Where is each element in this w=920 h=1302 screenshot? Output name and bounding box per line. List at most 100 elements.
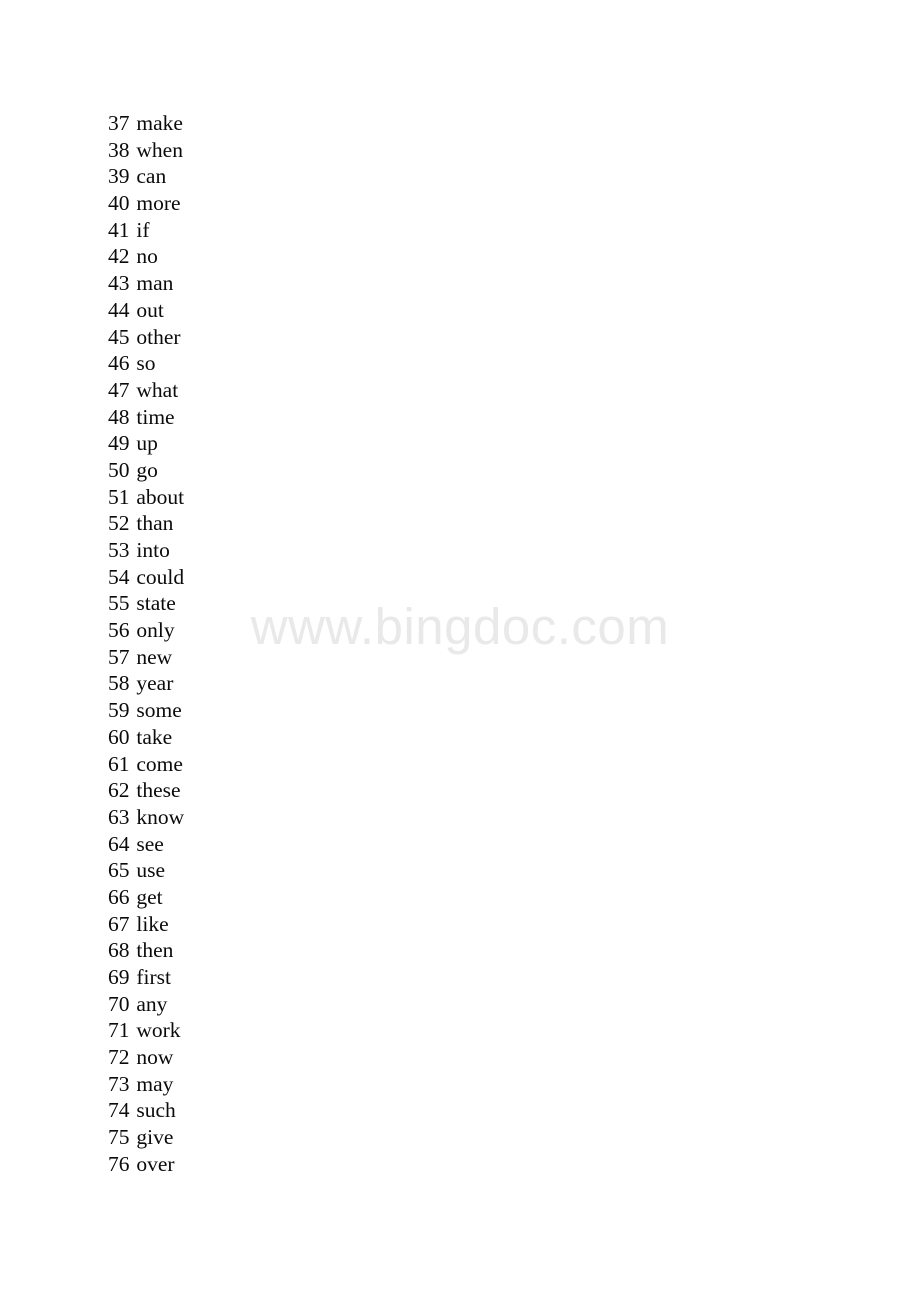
list-item-word: now	[136, 1045, 174, 1070]
list-item: 45 other	[108, 324, 808, 351]
list-item: 51 about	[108, 484, 808, 511]
list-item-word: new	[136, 644, 173, 669]
list-item: 63 know	[108, 804, 808, 831]
list-item-number: 49	[108, 431, 130, 456]
list-item-word: like	[136, 911, 169, 936]
list-item-number: 43	[108, 271, 130, 296]
list-item-number: 50	[108, 457, 130, 482]
list-item: 65 use	[108, 857, 808, 884]
list-item-word: know	[136, 804, 185, 829]
list-item-number: 51	[108, 484, 130, 509]
list-item-number: 75	[108, 1125, 130, 1150]
list-item-number: 62	[108, 778, 130, 803]
list-item-word: work	[136, 1018, 181, 1043]
list-item-number: 74	[108, 1098, 130, 1123]
list-item-number: 40	[108, 191, 130, 216]
list-item-word: up	[136, 431, 158, 456]
list-item: 44 out	[108, 297, 808, 324]
list-item-word: more	[136, 191, 181, 216]
list-item-word: get	[136, 884, 163, 909]
list-item-word: other	[136, 324, 181, 349]
list-item: 43 man	[108, 270, 808, 297]
list-item-number: 69	[108, 965, 130, 989]
list-item-number: 46	[108, 351, 130, 376]
list-item: 62 these	[108, 777, 808, 804]
list-item: 70 any	[108, 991, 808, 1018]
numbered-word-list: 37 make 38 when 39 can 40 more 41 if 42 no 43 man 44 ou…	[108, 110, 808, 1178]
list-item-number: 63	[108, 804, 130, 829]
list-item: 54 could	[108, 564, 808, 591]
list-item-number: 47	[108, 377, 130, 402]
list-item: 37 make	[108, 110, 808, 137]
list-item: 76 over	[108, 1151, 808, 1178]
list-item: 42 no	[108, 243, 808, 270]
list-item-word: when	[136, 137, 183, 162]
list-item-number: 48	[108, 404, 130, 429]
list-item-number: 55	[108, 591, 130, 616]
list-item-word: may	[136, 1071, 174, 1096]
list-item-word: see	[136, 831, 164, 856]
list-item-number: 52	[108, 511, 130, 536]
list-item-number: 66	[108, 884, 130, 909]
list-item-number: 73	[108, 1071, 130, 1096]
list-item-number: 54	[108, 564, 130, 589]
list-item-word: could	[136, 564, 185, 589]
list-item: 68 then	[108, 937, 808, 964]
list-item: 58 year	[108, 670, 808, 697]
list-item-word: then	[136, 938, 174, 963]
list-item-word: than	[136, 511, 174, 536]
list-item-number: 70	[108, 991, 130, 1016]
list-item-word: out	[136, 297, 164, 322]
list-item: 64 see	[108, 831, 808, 858]
list-item-word: into	[136, 538, 170, 562]
list-item-word: use	[136, 858, 166, 883]
list-item-number: 68	[108, 938, 130, 963]
list-item-word: these	[136, 778, 181, 803]
list-item-word: any	[136, 991, 168, 1016]
list-item-word: give	[136, 1125, 174, 1150]
list-item: 50 go	[108, 457, 808, 484]
list-item: 38 when	[108, 137, 808, 164]
list-item-word: make	[136, 111, 183, 135]
list-item: 48 time	[108, 404, 808, 431]
list-item-number: 45	[108, 324, 130, 349]
list-item: 57 new	[108, 644, 808, 671]
list-item: 69 first	[108, 964, 808, 991]
list-item-word: time	[136, 404, 175, 429]
list-item-word: if	[136, 217, 150, 242]
list-item: 66 get	[108, 884, 808, 911]
list-item-number: 59	[108, 698, 130, 723]
list-item-word: such	[136, 1098, 176, 1123]
list-item-number: 41	[108, 217, 130, 242]
list-item: 73 may	[108, 1071, 808, 1098]
list-item-word: can	[136, 164, 167, 189]
list-item-number: 71	[108, 1018, 130, 1043]
list-item-number: 57	[108, 644, 130, 669]
list-item: 49 up	[108, 430, 808, 457]
list-item-word: no	[136, 244, 158, 269]
list-item-number: 44	[108, 297, 130, 322]
list-item-word: so	[136, 351, 156, 376]
list-item: 52 than	[108, 510, 808, 537]
list-item-word: over	[136, 1151, 175, 1176]
list-item-number: 64	[108, 831, 130, 856]
list-item-word: only	[136, 618, 175, 643]
document-page: www.bingdoc.com 37 make 38 when 39 can 40 more 4…	[0, 0, 920, 1302]
list-item-number: 38	[108, 137, 130, 162]
list-item-number: 42	[108, 244, 130, 269]
list-item-word: come	[136, 751, 183, 776]
list-item-word: about	[136, 484, 185, 509]
list-item-word: year	[136, 671, 174, 696]
list-item-word: what	[136, 377, 179, 402]
list-item-word: take	[136, 724, 173, 749]
list-item: 53 into	[108, 537, 808, 564]
list-item-number: 37	[108, 111, 130, 135]
list-item: 40 more	[108, 190, 808, 217]
list-item: 67 like	[108, 911, 808, 938]
list-item-number: 67	[108, 911, 130, 936]
list-item-number: 39	[108, 164, 130, 189]
list-item: 75 give	[108, 1124, 808, 1151]
list-item-number: 72	[108, 1045, 130, 1070]
list-item: 71 work	[108, 1017, 808, 1044]
list-item-number: 56	[108, 618, 130, 643]
